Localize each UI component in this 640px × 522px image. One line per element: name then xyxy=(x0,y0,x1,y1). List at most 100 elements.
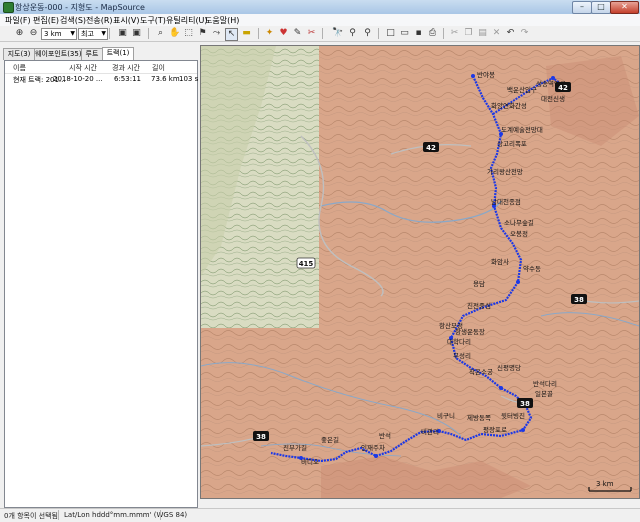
topographic-map[interactable]: 42 42 415 38 38 38 반야봉 백운산입구 성송역입구 화양연화간… xyxy=(201,46,639,498)
new-file-icon[interactable]: □ xyxy=(385,28,396,39)
waypoint-label[interactable]: 가리왕산전망 xyxy=(487,167,523,176)
toolbar-separator xyxy=(322,28,323,39)
track-tool-icon[interactable]: ♥ xyxy=(278,28,289,39)
waypoint-label[interactable]: 상고리폭포 xyxy=(497,139,527,148)
zoom-in-icon[interactable]: ⊕ xyxy=(14,28,25,39)
paste-icon[interactable]: ▤ xyxy=(477,28,488,39)
zoom-tool-icon[interactable]: ⌕ xyxy=(155,28,166,39)
status-coords: Lat/Lon hddd°mm.mmm' (WGS 84) xyxy=(64,511,188,519)
route-tool-icon[interactable]: ⤳ xyxy=(211,28,222,39)
find-icon[interactable]: 🔭 xyxy=(332,28,343,39)
waypoint-label[interactable]: 화암사 xyxy=(491,257,509,266)
waypoint-label[interactable]: 진부가길 xyxy=(283,443,307,452)
tab-tracks[interactable]: 트랙(1) xyxy=(102,47,134,60)
receive-device-icon[interactable]: ▣ xyxy=(117,28,128,39)
waypoint-label[interactable]: 도계예술전망대 xyxy=(501,125,543,134)
save-file-icon[interactable]: ▪ xyxy=(413,28,424,39)
menu-utilities[interactable]: 유틸리티(U) xyxy=(166,15,208,26)
menu-tools[interactable]: 도구(T) xyxy=(140,15,166,26)
delete-icon[interactable]: ✕ xyxy=(491,28,502,39)
print-icon[interactable]: ⎙ xyxy=(427,28,438,39)
status-divider xyxy=(160,510,161,520)
tab-maps[interactable]: 지도(3) xyxy=(3,48,35,60)
select-tool-icon[interactable]: ⬚ xyxy=(183,28,194,39)
column-header-start-time[interactable]: 시작 시간 xyxy=(69,63,97,73)
menu-file[interactable]: 파일(F) xyxy=(5,15,31,26)
waypoint-label[interactable]: 반석다리 xyxy=(533,379,557,388)
waypoint-label[interactable]: 신평명당 xyxy=(497,363,521,372)
waypoint-label[interactable]: 윗터빙진 xyxy=(501,411,525,420)
title-bar: 항상운동-000 - 지형도 - MapSource – □ ✕ xyxy=(0,0,640,15)
map-tool-icon[interactable]: ✦ xyxy=(264,28,275,39)
waypoint-tool-icon[interactable]: ⚑ xyxy=(197,28,208,39)
detail-select[interactable]: 최고 ▼ xyxy=(78,28,108,40)
toolbar-separator xyxy=(378,28,379,39)
hand-tool-icon[interactable]: ✋ xyxy=(169,28,180,39)
tab-waypoints[interactable]: 웨이포인트(35) xyxy=(34,48,82,60)
track-extra: 103 s xyxy=(179,75,199,83)
waypoint-label[interactable]: 부성리 xyxy=(453,351,471,360)
waypoint-label[interactable]: 대학다리 xyxy=(447,337,471,346)
waypoint-label[interactable]: 비구니 xyxy=(437,411,455,420)
road-badge: 38 xyxy=(571,294,587,304)
waypoint-label[interactable]: 반야봉 xyxy=(477,70,495,79)
track-elapsed: 6:53:11 xyxy=(114,75,141,83)
zoom-level-select[interactable]: 3 km ▼ xyxy=(41,28,77,40)
send-device-icon[interactable]: ▣ xyxy=(131,28,142,39)
maximize-button[interactable]: □ xyxy=(591,1,611,14)
measure-tool-icon[interactable]: ▬ xyxy=(241,28,252,39)
waypoint-label[interactable]: 좋은길 xyxy=(321,436,339,444)
column-header-length[interactable]: 길이 xyxy=(152,63,165,73)
waypoint-label[interactable]: 대전신생 xyxy=(541,94,565,103)
cut-icon[interactable]: ✂ xyxy=(449,28,460,39)
zoom-level-value: 3 km xyxy=(44,30,62,38)
column-header-name[interactable]: 이름 xyxy=(13,63,26,73)
waypoint-label[interactable]: 반석 xyxy=(379,431,391,440)
menu-search[interactable]: 검색(S) xyxy=(60,15,86,26)
waypoint-label[interactable]: 인재주차 xyxy=(361,443,385,452)
toolbar-separator xyxy=(148,28,149,39)
track-list: 이름 시작 시간 경과 시간 길이 현재 트랙: 201... 2018-10-… xyxy=(4,60,198,508)
waypoint-label[interactable]: 오봉정 xyxy=(510,229,528,238)
waypoint-label[interactable]: 일본골 xyxy=(535,389,553,398)
tab-routes[interactable]: 루트 xyxy=(81,48,103,60)
waypoint-label[interactable]: 백운산입구 xyxy=(507,85,537,94)
zoom-out-icon[interactable]: ⊖ xyxy=(28,28,39,39)
status-bar: 0개 항목이 선택됨 Lat/Lon hddd°mm.mmm' (WGS 84) xyxy=(0,508,640,522)
undo-icon[interactable]: ↶ xyxy=(505,28,516,39)
app-icon xyxy=(3,2,14,13)
waypoint-label[interactable]: 용담 xyxy=(473,280,485,288)
menu-view[interactable]: 표시(V) xyxy=(113,15,139,26)
waypoint-label[interactable]: 남대천종점 xyxy=(491,197,521,206)
divide-tool-icon[interactable]: ✂ xyxy=(306,28,317,39)
cursor-tool-icon[interactable]: ↖ xyxy=(225,28,238,41)
waypoint-label[interactable]: 항생운동장 xyxy=(455,327,485,336)
menu-help[interactable]: 도움말(H) xyxy=(205,15,239,26)
waypoint-label[interactable]: 작은소궁 xyxy=(469,367,493,376)
toolbar-separator xyxy=(443,28,444,39)
waypoint-label[interactable]: 비관리 xyxy=(421,427,439,436)
find-address-icon[interactable]: ⚲ xyxy=(362,28,373,39)
redo-icon[interactable]: ↷ xyxy=(519,28,530,39)
menu-transfer[interactable]: 전송(R) xyxy=(86,15,113,26)
copy-icon[interactable]: ❐ xyxy=(463,28,474,39)
close-button[interactable]: ✕ xyxy=(610,1,639,14)
waypoint-label[interactable]: 소나무숲길 xyxy=(504,218,534,227)
waypoint-label[interactable]: 제방동쪽 xyxy=(467,413,491,422)
waypoint-label[interactable]: 비디오 xyxy=(301,457,319,466)
map-view[interactable]: 42 42 415 38 38 38 반야봉 백운산입구 성송역입구 화양연화간… xyxy=(200,45,640,499)
waypoint-label[interactable]: 화양연화간성 xyxy=(491,101,527,110)
waypoint-label[interactable]: 성송역입구 xyxy=(536,79,566,88)
waypoint-label[interactable]: 약수동 xyxy=(523,264,541,273)
road-badge: 42 xyxy=(423,142,439,152)
road-badge: 38 xyxy=(253,431,269,441)
menu-edit[interactable]: 편집(E) xyxy=(33,15,59,26)
waypoint-label[interactable]: 진전중심 xyxy=(467,301,491,310)
minimize-button[interactable]: – xyxy=(572,1,592,14)
erase-tool-icon[interactable]: ✎ xyxy=(292,28,303,39)
open-file-icon[interactable]: ▭ xyxy=(399,28,410,39)
waypoint-label[interactable]: 평장포로 xyxy=(483,425,507,434)
toolbar-separator xyxy=(258,28,259,39)
column-header-elapsed[interactable]: 경과 시간 xyxy=(112,63,140,73)
find-nearest-icon[interactable]: ⚲ xyxy=(347,28,358,39)
